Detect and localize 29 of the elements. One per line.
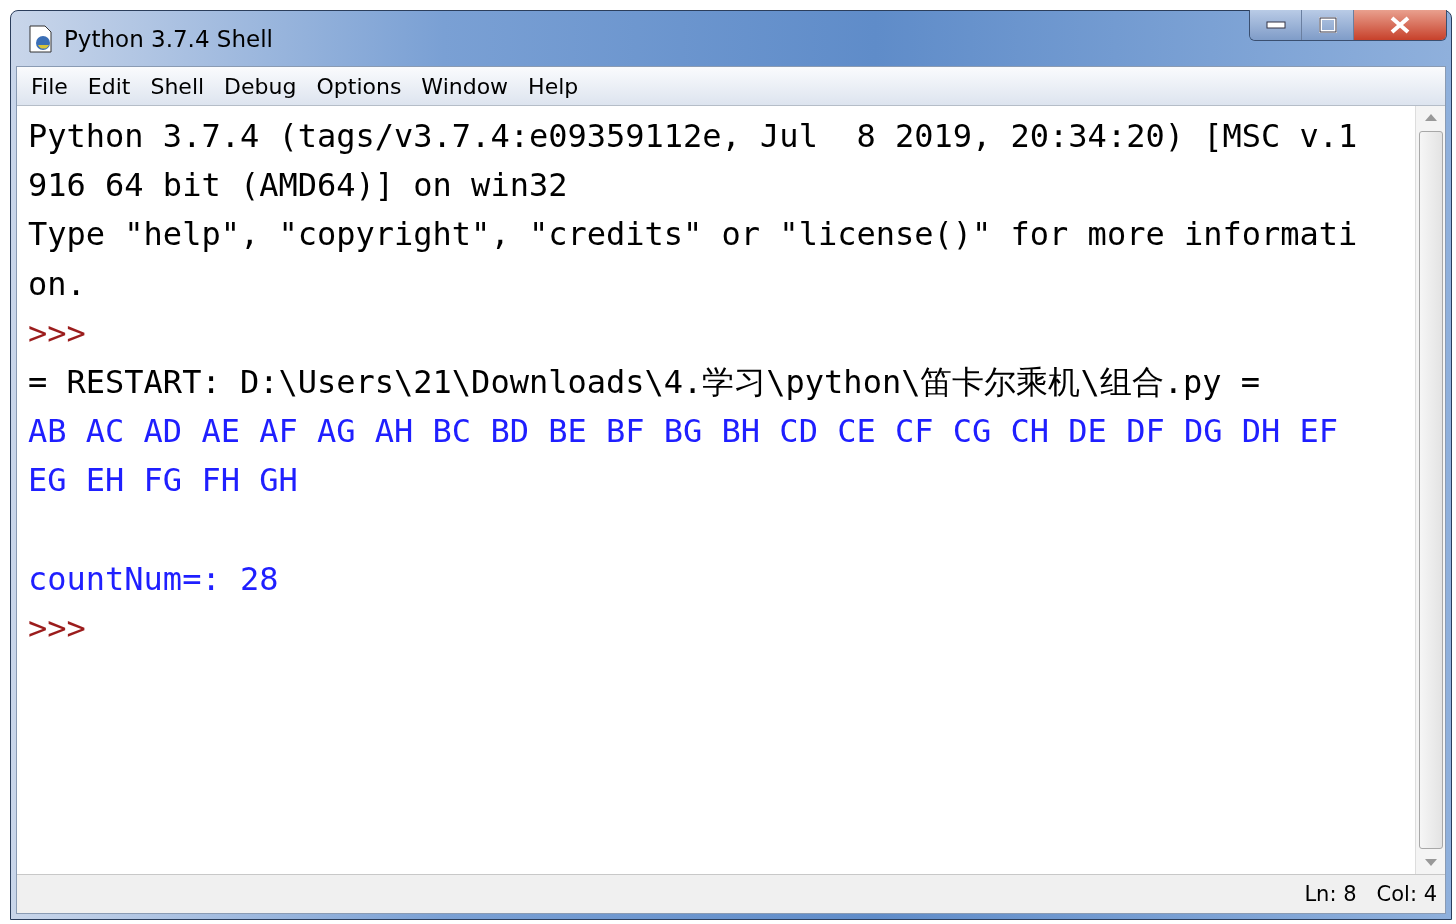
shell-text: 916 64 bit (AMD64)] on win32 [28, 166, 568, 205]
close-icon [1389, 16, 1411, 34]
program-output: EG EH FG FH GH [28, 461, 298, 500]
maximize-icon [1318, 17, 1337, 33]
shell-text: = RESTART: D:\Users\21\Downloads\4.学习\python\笛卡尔乘机\组合.py = [28, 362, 1260, 401]
menu-item[interactable]: Debug [214, 71, 307, 101]
line-number-status: Ln: 8 [1304, 882, 1357, 906]
shell-text: on. [28, 264, 86, 303]
column-number-status: Col: 4 [1376, 882, 1437, 906]
minimize-button[interactable] [1250, 10, 1302, 40]
menu-item[interactable]: Window [411, 71, 519, 101]
menu-item[interactable]: Options [306, 71, 412, 101]
program-output: AB AC AD AE AF AG AH BC BD BE BF BG BH CD CE CF CG CH DE DF DG DH EF [28, 412, 1339, 451]
scroll-up-arrow-icon[interactable] [1424, 114, 1437, 121]
shell-text: Type "help", "copyright", "credits" or "license()" for more informati [28, 215, 1358, 254]
menu-item[interactable]: File [21, 71, 78, 101]
minimize-icon [1265, 21, 1286, 29]
shell-prompt: >>> [28, 313, 86, 352]
scrollbar-thumb[interactable] [1418, 131, 1443, 849]
program-output: countNum=: 28 [28, 559, 279, 598]
shell-text: Python 3.7.4 (tags/v3.7.4:e09359112e, Jul 8 2019, 20:34:20) [MSC v.1 [28, 117, 1358, 155]
maximize-button[interactable] [1302, 10, 1354, 40]
window-title: Python 3.7.4 Shell [64, 25, 273, 52]
close-button[interactable] [1354, 10, 1446, 40]
scroll-down-arrow-icon[interactable] [1424, 859, 1437, 866]
menu-item[interactable]: Help [518, 71, 589, 101]
menu-item[interactable]: Edit [77, 71, 141, 101]
menu-item[interactable]: Shell [140, 71, 215, 101]
shell-prompt: >>> [28, 608, 86, 647]
